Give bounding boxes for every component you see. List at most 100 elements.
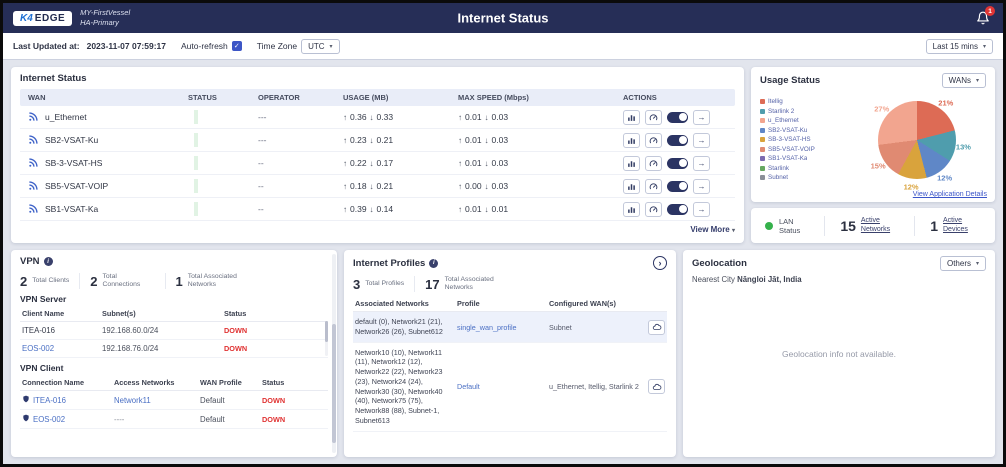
vpn-client-name[interactable]: ITEA-016 bbox=[22, 326, 102, 335]
speed-test-button[interactable] bbox=[645, 133, 662, 148]
legend-swatch bbox=[760, 118, 765, 123]
wan-enable-toggle[interactable] bbox=[667, 158, 688, 169]
auto-refresh-checkbox[interactable]: ✓ bbox=[232, 41, 242, 51]
usage-value: ↑0.39 ↓0.14 bbox=[343, 204, 458, 214]
wan-enable-toggle[interactable] bbox=[667, 112, 688, 123]
profile-name[interactable]: Default bbox=[457, 382, 549, 391]
usage-filter-select[interactable]: WANs▾ bbox=[942, 73, 986, 88]
view-more-button[interactable]: View More ▾ bbox=[20, 225, 735, 234]
next-arrow-button[interactable]: › bbox=[653, 256, 667, 270]
wan-details-arrow-button[interactable]: → bbox=[693, 156, 710, 171]
scrollbar-thumb[interactable] bbox=[332, 324, 336, 443]
stat-label: Total Associated Networks bbox=[188, 273, 240, 289]
vpn-status: DOWN bbox=[224, 344, 326, 353]
main-content: Internet Status WAN STATUS OPERATOR USAG… bbox=[3, 60, 1003, 464]
last-updated-label: Last Updated at: bbox=[13, 41, 80, 51]
access-networks-value[interactable]: Network11 bbox=[114, 396, 200, 405]
stat-value: 17 bbox=[425, 277, 439, 292]
download-arrow-icon: ↓ bbox=[370, 113, 374, 122]
operator-value: --- bbox=[258, 112, 343, 122]
col-access-networks: Access Networks bbox=[114, 378, 200, 387]
scrollbar[interactable] bbox=[325, 321, 328, 356]
usage-chart-button[interactable] bbox=[623, 202, 640, 217]
info-icon[interactable]: i bbox=[429, 259, 438, 268]
wan-name[interactable]: u_Ethernet bbox=[45, 112, 87, 122]
notification-bell-icon[interactable]: 1 bbox=[973, 9, 993, 27]
access-networks-value[interactable]: ---- bbox=[114, 415, 200, 424]
wan-name[interactable]: SB-3-VSAT-HS bbox=[45, 158, 102, 168]
wan-name[interactable]: SB1-VSAT-Ka bbox=[45, 204, 98, 214]
last-updated-value: 2023-11-07 07:59:17 bbox=[87, 41, 166, 51]
stat-value: 2 bbox=[90, 274, 97, 289]
download-arrow-icon: ↓ bbox=[370, 182, 374, 191]
download-arrow-icon: ↓ bbox=[485, 205, 489, 214]
speed-test-button[interactable] bbox=[645, 110, 662, 125]
legend-label: u_Ethernet bbox=[768, 117, 799, 124]
wan-enable-toggle[interactable] bbox=[667, 204, 688, 215]
wan-name[interactable]: SB5-VSAT-VOIP bbox=[45, 181, 108, 191]
active-devices-link[interactable]: Active Devices bbox=[943, 217, 981, 235]
wan-details-arrow-button[interactable]: → bbox=[693, 179, 710, 194]
profile-name[interactable]: single_wan_profile bbox=[457, 323, 549, 332]
active-networks-link[interactable]: Active Networks bbox=[861, 217, 899, 235]
upload-arrow-icon: ↑ bbox=[458, 205, 462, 214]
vessel-name: MY-FirstVessel bbox=[80, 8, 130, 18]
vpn-connection-icon bbox=[22, 414, 30, 424]
pie-slice-label: 27% bbox=[874, 104, 889, 113]
profile-row: Network10 (10), Network11 (11), Network1… bbox=[353, 343, 667, 432]
chevron-down-icon: ▾ bbox=[732, 228, 735, 234]
col-status: STATUS bbox=[188, 93, 258, 102]
time-range-select[interactable]: Last 15 mins▾ bbox=[926, 39, 993, 54]
wan-profile-value: Default bbox=[200, 415, 262, 424]
col-wan: WAN bbox=[28, 93, 188, 102]
vpn-connection-name[interactable]: ITEA-016 bbox=[33, 396, 66, 405]
vpn-server-title: VPN Server bbox=[20, 294, 328, 304]
time-zone-select[interactable]: UTC▾ bbox=[301, 39, 339, 54]
toggle-knob bbox=[679, 182, 687, 190]
speed-test-button[interactable] bbox=[645, 179, 662, 194]
vpn-connection-name[interactable]: EOS-002 bbox=[33, 415, 65, 424]
view-application-details-link[interactable]: View Application Details bbox=[913, 191, 987, 198]
wan-table-row: SB1-VSAT-Ka -- ↑0.39 ↓0.14 ↑0.01 ↓0.01 → bbox=[20, 198, 735, 221]
geolocation-empty-message: Geolocation info not available. bbox=[683, 349, 995, 359]
legend-label: SB1-VSAT-Ka bbox=[768, 155, 807, 162]
vpn-client-name[interactable]: EOS-002 bbox=[22, 344, 102, 353]
geolocation-filter-select[interactable]: Others▾ bbox=[940, 256, 986, 271]
legend-item: SB2-VSAT-Ku bbox=[760, 127, 852, 134]
profile-download-button[interactable] bbox=[648, 379, 665, 394]
wan-enable-toggle[interactable] bbox=[667, 181, 688, 192]
usage-pie-chart[interactable] bbox=[878, 101, 956, 179]
usage-chart-button[interactable] bbox=[623, 110, 640, 125]
wan-enable-toggle[interactable] bbox=[667, 135, 688, 146]
legend-label: Starlink 2 bbox=[768, 108, 794, 115]
wan-details-arrow-button[interactable]: → bbox=[693, 202, 710, 217]
nearest-city-label: Nearest City bbox=[692, 275, 735, 284]
wan-details-arrow-button[interactable]: → bbox=[693, 110, 710, 125]
legend-label: SB-3-VSAT-HS bbox=[768, 136, 811, 143]
scrollbar[interactable] bbox=[332, 254, 336, 453]
app-logo[interactable]: K4 EDGE bbox=[13, 11, 72, 26]
profile-download-button[interactable] bbox=[648, 320, 665, 335]
wan-details-arrow-button[interactable]: → bbox=[693, 133, 710, 148]
usage-chart-button[interactable] bbox=[623, 133, 640, 148]
usage-chart-button[interactable] bbox=[623, 179, 640, 194]
legend-item: SB5-VSAT-VOIP bbox=[760, 146, 852, 153]
legend-swatch bbox=[760, 128, 765, 133]
legend-swatch bbox=[760, 156, 765, 161]
info-icon[interactable]: i bbox=[44, 257, 53, 266]
legend-item: Subnet bbox=[760, 174, 852, 181]
usage-value: ↑0.18 ↓0.21 bbox=[343, 181, 458, 191]
internet-profiles-card: Internet Profiles i › 3 Total Profiles 1… bbox=[344, 250, 676, 457]
speed-test-button[interactable] bbox=[645, 156, 662, 171]
voip-wan-icon bbox=[28, 180, 39, 193]
profile-stats: 3 Total Profiles 17 Total Associated Net… bbox=[353, 276, 667, 292]
vpn-status: DOWN bbox=[262, 396, 326, 405]
chevron-down-icon: ▾ bbox=[976, 260, 979, 267]
wan-name[interactable]: SB2-VSAT-Ku bbox=[45, 135, 98, 145]
speed-test-button[interactable] bbox=[645, 202, 662, 217]
scrollbar-thumb[interactable] bbox=[325, 321, 328, 342]
vpn-client-header: Connection Name Access Networks WAN Prof… bbox=[20, 375, 328, 391]
legend-label: Itellig bbox=[768, 98, 783, 105]
usage-chart-button[interactable] bbox=[623, 156, 640, 171]
stat-item: 3 Total Profiles bbox=[353, 276, 414, 292]
